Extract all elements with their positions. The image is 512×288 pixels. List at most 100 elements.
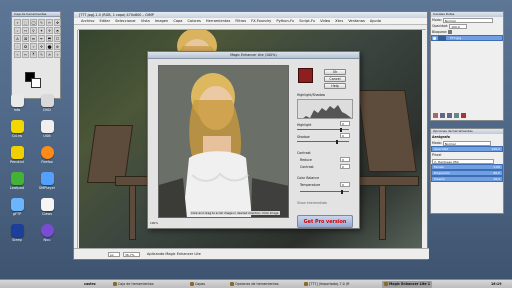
duplicate-layer-icon[interactable] [454,113,459,118]
get-pro-button[interactable]: Get Pro version [297,215,353,228]
clone-icon[interactable]: ✣ [38,43,45,50]
tool-mode-select[interactable]: Normal [442,140,491,146]
layers-mode-select[interactable]: Normal [442,17,493,23]
move-icon[interactable]: ✥ [54,19,61,26]
unit-select[interactable]: px [108,252,120,257]
menu-editar[interactable]: Editar [99,18,110,24]
desktop-icon-pendrive[interactable]: Pendrivl [2,146,32,164]
shadow-slider-thumb[interactable] [336,139,339,144]
desktop-icon-smplayer[interactable]: SMPlayer [32,172,62,190]
taskbar-item-image[interactable]: [TT7] (Importado)-7.0 (R [302,281,351,288]
smudge-icon[interactable]: ⌁ [14,51,21,58]
lock-icon[interactable] [448,30,453,34]
tool-grid[interactable]: ⌖ ⬚ ◯ ✎ ✂ ✥ ⌕ ↔ ⚲ ✦ ✢ ⬘ A ⌘ ⬌ ✒ ⬒ ☐ ♢ ✪ ✧ ✣ ⬤ ⊕ ⌁ ✂ ⦿ ✎ ✍ ✧ [12,17,61,60]
shadow-value[interactable]: 0 [340,133,350,138]
lower-layer-icon[interactable] [447,113,452,118]
reduce-value[interactable]: 0 [340,157,350,162]
layers-opacity-field[interactable]: 100,0 [449,23,468,29]
blur-icon[interactable]: ✎ [38,51,45,58]
layer-item-tt7[interactable]: TT7.jpg [431,35,503,41]
menu-seleccionar[interactable]: Seleccionar [115,18,136,24]
menu-video[interactable]: Video [320,18,330,24]
color-picker-icon[interactable]: ✧ [54,51,61,58]
preview-panel[interactable]: Click and drag to scroll image in desire… [158,65,289,218]
taskbar-item-magic-enhancer[interactable]: Magic Enhancer Lite 1 [382,281,433,288]
menu-ayuda[interactable]: Ayuda [370,18,381,24]
flip-icon[interactable]: ⬌ [30,35,37,42]
highlight-slider-thumb[interactable] [339,127,342,132]
scale-icon[interactable]: ✢ [46,27,53,34]
sharpen-icon[interactable]: ✍ [46,51,53,58]
highlight-value[interactable]: 0 [340,121,350,126]
menu-xtns[interactable]: Xtns [335,18,343,24]
desktop-icon-sleep[interactable]: Sleep [2,224,32,242]
taskbar-item-toolbox[interactable]: Caja de herramientas [111,281,156,288]
menu-imagen[interactable]: Imagen [155,18,169,24]
temperature-slider-thumb[interactable] [341,189,344,194]
menu-filtros[interactable]: Filtros [235,18,246,24]
pen-icon[interactable]: ✒ [38,35,45,42]
layers-panel[interactable]: Canales Rutas Modo: Normal Opacidad: 100,0… [430,11,504,121]
shadow-slider[interactable] [297,139,349,144]
gradient-icon[interactable]: ☐ [54,35,61,42]
desktop-icon-gftp[interactable]: gFTP [2,198,32,216]
temperature-value[interactable]: 0 [340,182,350,187]
desktop-icon-cdrw[interactable]: Cd-rw [2,120,32,138]
highlight-slider[interactable] [297,127,349,132]
desktop-icon-usb[interactable]: USB [32,120,62,138]
menu-ventanas[interactable]: Ventanas [348,18,365,24]
shear-icon[interactable]: ⬘ [54,27,61,34]
pencil-icon[interactable]: ♢ [14,43,21,50]
desktop-icon-info[interactable]: Info [2,94,32,112]
desktop-icon-nvu[interactable]: Nvu [32,224,62,242]
menu-script-fu[interactable]: Script-Fu [299,18,315,24]
magic-enhancer-dialog[interactable]: Magic Enhancer Lite (100%) Click and dra… [147,51,360,229]
taskbar-item-tool-options[interactable]: Opciones de herramientas [228,281,281,288]
toolbox-window[interactable]: Caja de herramientas ⌖ ⬚ ◯ ✎ ✂ ✥ ⌕ ↔ ⚲ ✦ ✢ ⬘ A ⌘ ⬌ ✒ ⬒… [11,11,61,99]
menu-python-fu[interactable]: Python-Fu [276,18,294,24]
tool-options-panel[interactable]: Opciones de herramientas Aerógrafo Modo:… [430,128,504,214]
rotate-icon[interactable]: ✦ [38,27,45,34]
menu-archivo[interactable]: Archivo [81,18,94,24]
raise-layer-icon[interactable] [440,113,445,118]
eraser-icon[interactable]: ✂ [22,51,29,58]
desktop-icon-dvd[interactable]: DVD [32,94,62,112]
layer-visibility-icon[interactable] [433,37,436,40]
zoom-select[interactable]: 36,7% [123,252,140,257]
select-ellipse-icon[interactable]: ⬚ [22,19,29,26]
ok-button[interactable]: Ok [324,69,346,75]
help-button[interactable]: Help [324,83,346,89]
desktop-icon-firefox[interactable]: Firefox [32,146,62,164]
crop-icon[interactable]: ⚲ [30,27,37,34]
airbrush-icon[interactable]: ✪ [22,43,29,50]
tab-canales[interactable]: Canales [433,12,445,16]
menu-fx-foundry[interactable]: FX-Foundry [251,18,271,24]
new-layer-icon[interactable] [433,113,438,118]
select-rect-icon[interactable]: ⌖ [14,19,21,26]
background-color-swatch[interactable] [31,78,41,88]
text-icon[interactable]: A [14,35,21,42]
menu-capa[interactable]: Capa [173,18,182,24]
select-free-icon[interactable]: ◯ [30,19,37,26]
opacity-slider[interactable]: Opacidad 100,0 [431,146,503,152]
taskbar-item-layers[interactable]: Capas [188,281,207,288]
dodge-icon[interactable]: ⦿ [30,51,37,58]
brush-select[interactable]: 2. Hardness 050 [432,158,494,164]
paint-icon[interactable]: ✎ [38,19,45,26]
perspective-icon[interactable]: ⊕ [54,43,61,50]
delete-layer-icon[interactable] [461,113,466,118]
heal-icon[interactable]: ⬤ [46,43,53,50]
menu-herramientas[interactable]: Herramientas [206,18,230,24]
scissors-icon[interactable]: ✂ [46,19,53,26]
measure-icon[interactable]: ↔ [22,27,29,34]
ink-icon[interactable]: ✧ [30,43,37,50]
tab-rutas[interactable]: Rutas [446,12,454,16]
desktop-icon-claws[interactable]: Claws [32,198,62,216]
path-icon[interactable]: ⌘ [22,35,29,42]
menu-colores[interactable]: Colores [188,18,201,24]
temperature-slider[interactable] [300,189,349,194]
contrast-value[interactable]: 0 [340,164,350,169]
menu-vista[interactable]: Vista [141,18,150,24]
pressure-slider[interactable]: Presión 10,0 [431,176,503,182]
zoom-icon[interactable]: ⌕ [14,27,21,34]
